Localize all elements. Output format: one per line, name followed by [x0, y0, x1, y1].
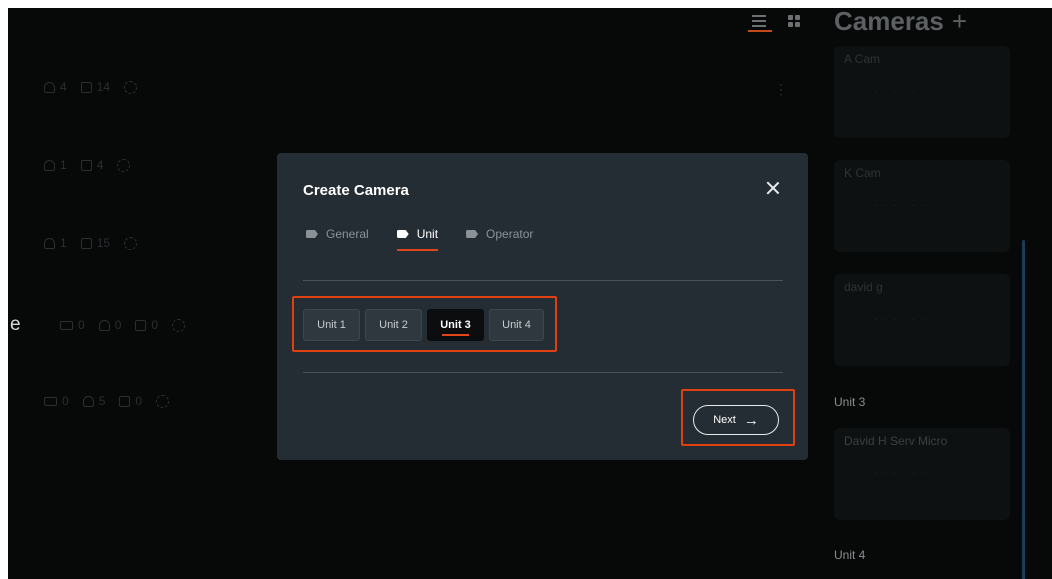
- tag-icon: [396, 230, 409, 238]
- gear-icon: [117, 158, 131, 172]
- active-view-indicator: [748, 30, 772, 32]
- arrow-right-icon: →: [743, 411, 759, 429]
- dialog-title: Create Camera: [303, 182, 409, 199]
- bg-row: 1 4: [44, 158, 131, 172]
- bg-row: 0 0 0: [60, 318, 186, 332]
- next-button[interactable]: Next →: [693, 405, 779, 435]
- camera-icon: [44, 396, 57, 406]
- box-icon: [119, 395, 131, 407]
- tag-icon: [306, 230, 318, 238]
- tab-unit[interactable]: Unit: [396, 227, 439, 251]
- camera-card[interactable]: David H Serv Micro · · · · · ·: [834, 428, 1010, 520]
- user-icon: [44, 81, 55, 93]
- user-icon: [44, 237, 55, 249]
- unit-1-button[interactable]: Unit 1: [303, 309, 360, 341]
- unit-options: Unit 1 Unit 2 Unit 3 Unit 4: [303, 309, 544, 341]
- grid-view-icon[interactable]: [788, 15, 800, 27]
- app-window: 4 14 1 4 1 15 e 0 0 0 0 5 0 ⋮ Cameras + A…: [8, 8, 1052, 579]
- box-icon: [80, 159, 92, 171]
- box-icon: [80, 237, 92, 249]
- gear-icon: [124, 80, 138, 94]
- dialog-tabs: General Unit Operator: [306, 227, 533, 251]
- bg-row: 0 5 0: [44, 394, 170, 408]
- bg-row: 4 14: [44, 80, 138, 94]
- unit-3-button[interactable]: Unit 3: [427, 309, 484, 341]
- bg-row: 1 15: [44, 236, 138, 250]
- divider: [303, 372, 783, 373]
- create-camera-dialog: Create Camera General Unit Operator Unit…: [277, 153, 808, 460]
- box-icon: [135, 319, 147, 331]
- user-icon: [82, 395, 94, 407]
- camera-card[interactable]: david g · · · · · ·: [834, 274, 1010, 366]
- tab-general[interactable]: General: [306, 227, 369, 241]
- gear-icon: [156, 394, 170, 408]
- partial-title-text: e: [10, 314, 21, 335]
- more-options-icon[interactable]: ⋮: [774, 81, 788, 98]
- divider: [303, 280, 783, 281]
- scrollbar[interactable]: [1022, 240, 1025, 579]
- cameras-heading: Cameras +: [834, 8, 968, 36]
- tab-operator[interactable]: Operator: [466, 227, 533, 241]
- user-icon: [44, 159, 55, 171]
- close-icon[interactable]: [764, 179, 782, 197]
- tag-icon: [466, 230, 479, 238]
- camera-card[interactable]: K Cam · · · · · ·: [834, 160, 1010, 252]
- unit-section-label: Unit 3: [834, 395, 866, 409]
- box-icon: [80, 81, 92, 93]
- camera-card[interactable]: A Cam · · · · · ·: [834, 46, 1010, 138]
- unit-4-button[interactable]: Unit 4: [489, 309, 544, 341]
- gear-icon: [172, 318, 186, 332]
- add-camera-icon[interactable]: +: [952, 8, 967, 36]
- unit-section-label: Unit 4: [834, 548, 866, 562]
- list-view-icon[interactable]: [752, 15, 766, 27]
- camera-icon: [60, 320, 73, 330]
- unit-2-button[interactable]: Unit 2: [365, 309, 422, 341]
- user-icon: [98, 319, 110, 331]
- gear-icon: [124, 236, 138, 250]
